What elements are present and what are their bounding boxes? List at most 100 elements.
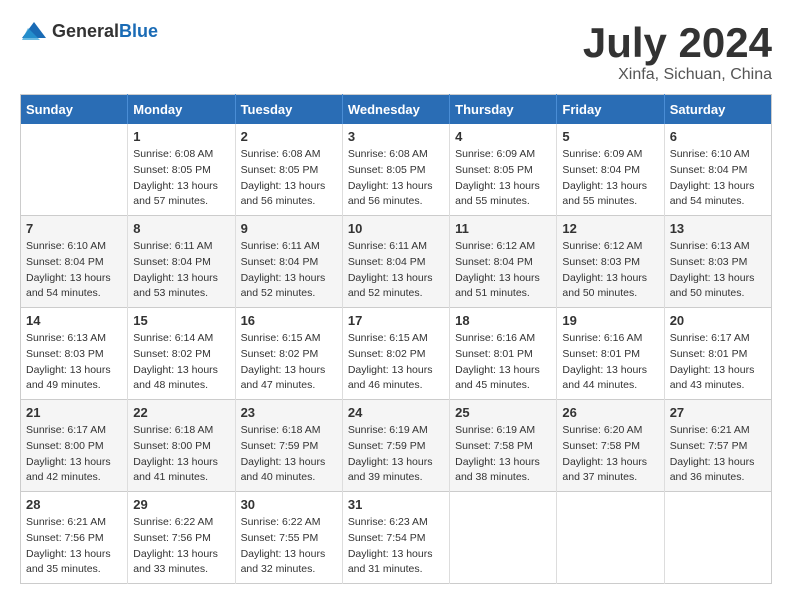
calendar-cell: 21 Sunrise: 6:17 AMSunset: 8:00 PMDayligh… (21, 400, 128, 492)
day-info: Sunrise: 6:17 AMSunset: 8:00 PMDaylight:… (26, 423, 122, 486)
day-info: Sunrise: 6:21 AMSunset: 7:57 PMDaylight:… (670, 423, 766, 486)
calendar-cell: 12Sunrise: 6:12 AMSunset: 8:03 PMDayligh… (557, 216, 664, 308)
weekday-header: Tuesday (235, 95, 342, 125)
calendar-cell: 3Sunrise: 6:08 AMSunset: 8:05 PMDaylight… (342, 124, 449, 216)
weekday-row: SundayMondayTuesdayWednesdayThursdayFrid… (21, 95, 772, 125)
day-number: 17 (348, 313, 444, 328)
logo-text: GeneralBlue (52, 21, 158, 42)
calendar-cell: 20 Sunrise: 6:17 AMSunset: 8:01 PMDayligh… (664, 308, 771, 400)
day-number: 3 (348, 129, 444, 144)
day-number: 6 (670, 129, 766, 144)
day-info: Sunrise: 6:13 AMSunset: 8:03 PMDaylight:… (26, 331, 122, 394)
calendar-cell: 11 Sunrise: 6:12 AMSunset: 8:04 PMDayligh… (450, 216, 557, 308)
calendar-cell: 8 Sunrise: 6:11 AMSunset: 8:04 PMDaylight… (128, 216, 235, 308)
calendar-cell: 29 Sunrise: 6:22 AMSunset: 7:56 PMDayligh… (128, 492, 235, 584)
logo: GeneralBlue (20, 20, 158, 42)
logo-icon (20, 20, 48, 42)
day-number: 12 (562, 221, 658, 236)
day-info: Sunrise: 6:23 AMSunset: 7:54 PMDaylight:… (348, 515, 444, 578)
calendar-cell: 1Sunrise: 6:08 AMSunset: 8:05 PMDaylight… (128, 124, 235, 216)
calendar-cell: 14Sunrise: 6:13 AMSunset: 8:03 PMDayligh… (21, 308, 128, 400)
weekday-header: Saturday (664, 95, 771, 125)
day-number: 13 (670, 221, 766, 236)
calendar-cell: 31 Sunrise: 6:23 AMSunset: 7:54 PMDayligh… (342, 492, 449, 584)
day-number: 20 (670, 313, 766, 328)
calendar-body: 1 Sunrise: 6:08 AMSunset: 8:05 PMDaylight… (21, 124, 772, 584)
day-info: Sunrise: 6:18 AMSunset: 8:00 PMDaylight:… (133, 423, 229, 486)
month-title: July 2024 (583, 20, 772, 66)
calendar-cell: 26Sunrise: 6:20 AMSunset: 7:58 PMDayligh… (557, 400, 664, 492)
day-number: 26 (562, 405, 658, 420)
day-number: 24 (348, 405, 444, 420)
calendar-cell: 2Sunrise: 6:08 AMSunset: 8:05 PMDaylight… (235, 124, 342, 216)
weekday-header: Friday (557, 95, 664, 125)
day-info: Sunrise: 6:16 AMSunset: 8:01 PMDaylight:… (562, 331, 658, 394)
day-number: 8 (133, 221, 229, 236)
calendar-week-row: 14Sunrise: 6:13 AMSunset: 8:03 PMDayligh… (21, 308, 772, 400)
calendar-cell: 28Sunrise: 6:21 AMSunset: 7:56 PMDayligh… (21, 492, 128, 584)
weekday-header: Sunday (21, 95, 128, 125)
location: Xinfa, Sichuan, China (583, 66, 772, 84)
day-info: Sunrise: 6:22 AMSunset: 7:56 PMDaylight:… (133, 515, 229, 578)
calendar-cell: 4Sunrise: 6:09 AMSunset: 8:05 PMDaylight… (450, 124, 557, 216)
weekday-header: Thursday (450, 95, 557, 125)
page-header: GeneralBlue July 2024 Xinfa, Sichuan, Ch… (20, 20, 772, 84)
calendar-cell: 10Sunrise: 6:11 AMSunset: 8:04 PMDayligh… (342, 216, 449, 308)
calendar-cell (21, 124, 128, 216)
calendar-header: SundayMondayTuesdayWednesdayThursdayFrid… (21, 95, 772, 125)
calendar-cell: 19Sunrise: 6:16 AMSunset: 8:01 PMDayligh… (557, 308, 664, 400)
calendar-cell: 7 Sunrise: 6:10 AMSunset: 8:04 PMDaylight… (21, 216, 128, 308)
day-number: 18 (455, 313, 551, 328)
calendar-cell: 18 Sunrise: 6:16 AMSunset: 8:01 PMDayligh… (450, 308, 557, 400)
weekday-header: Wednesday (342, 95, 449, 125)
calendar-cell: 6Sunrise: 6:10 AMSunset: 8:04 PMDaylight… (664, 124, 771, 216)
day-info: Sunrise: 6:19 AMSunset: 7:58 PMDaylight:… (455, 423, 551, 486)
day-number: 30 (241, 497, 337, 512)
calendar-cell: 17 Sunrise: 6:15 AMSunset: 8:02 PMDayligh… (342, 308, 449, 400)
calendar-cell: 23Sunrise: 6:18 AMSunset: 7:59 PMDayligh… (235, 400, 342, 492)
day-info: Sunrise: 6:14 AMSunset: 8:02 PMDaylight:… (133, 331, 229, 394)
weekday-header: Monday (128, 95, 235, 125)
calendar-cell: 22Sunrise: 6:18 AMSunset: 8:00 PMDayligh… (128, 400, 235, 492)
calendar-cell: 30 Sunrise: 6:22 AMSunset: 7:55 PMDayligh… (235, 492, 342, 584)
day-info: Sunrise: 6:21 AMSunset: 7:56 PMDaylight:… (26, 515, 122, 578)
day-info: Sunrise: 6:10 AMSunset: 8:04 PMDaylight:… (26, 239, 122, 302)
day-number: 7 (26, 221, 122, 236)
day-number: 23 (241, 405, 337, 420)
day-info: Sunrise: 6:22 AMSunset: 7:55 PMDaylight:… (241, 515, 337, 578)
day-info: Sunrise: 6:11 AMSunset: 8:04 PMDaylight:… (133, 239, 229, 302)
day-number: 31 (348, 497, 444, 512)
day-info: Sunrise: 6:15 AMSunset: 8:02 PMDaylight:… (348, 331, 444, 394)
calendar-cell (557, 492, 664, 584)
day-info: Sunrise: 6:13 AMSunset: 8:03 PMDaylight:… (670, 239, 766, 302)
calendar-cell: 15 Sunrise: 6:14 AMSunset: 8:02 PMDayligh… (128, 308, 235, 400)
calendar-cell: 24 Sunrise: 6:19 AMSunset: 7:59 PMDayligh… (342, 400, 449, 492)
day-number: 4 (455, 129, 551, 144)
day-number: 11 (455, 221, 551, 236)
calendar-cell: 13 Sunrise: 6:13 AMSunset: 8:03 PMDayligh… (664, 216, 771, 308)
day-info: Sunrise: 6:19 AMSunset: 7:59 PMDaylight:… (348, 423, 444, 486)
calendar-cell: 16Sunrise: 6:15 AMSunset: 8:02 PMDayligh… (235, 308, 342, 400)
calendar-week-row: 1 Sunrise: 6:08 AMSunset: 8:05 PMDaylight… (21, 124, 772, 216)
day-number: 15 (133, 313, 229, 328)
calendar-week-row: 28Sunrise: 6:21 AMSunset: 7:56 PMDayligh… (21, 492, 772, 584)
day-number: 1 (133, 129, 229, 144)
calendar-week-row: 21 Sunrise: 6:17 AMSunset: 8:00 PMDayligh… (21, 400, 772, 492)
day-number: 29 (133, 497, 229, 512)
calendar-cell (664, 492, 771, 584)
title-area: July 2024 Xinfa, Sichuan, China (583, 20, 772, 84)
day-info: Sunrise: 6:11 AMSunset: 8:04 PMDaylight:… (241, 239, 337, 302)
calendar-cell: 9 Sunrise: 6:11 AMSunset: 8:04 PMDaylight… (235, 216, 342, 308)
day-info: Sunrise: 6:12 AMSunset: 8:04 PMDaylight:… (455, 239, 551, 302)
calendar-cell (450, 492, 557, 584)
day-number: 25 (455, 405, 551, 420)
day-info: Sunrise: 6:16 AMSunset: 8:01 PMDaylight:… (455, 331, 551, 394)
calendar-cell: 25 Sunrise: 6:19 AMSunset: 7:58 PMDayligh… (450, 400, 557, 492)
day-number: 9 (241, 221, 337, 236)
day-info: Sunrise: 6:08 AMSunset: 8:05 PMDaylight:… (241, 147, 337, 210)
day-number: 21 (26, 405, 122, 420)
day-number: 5 (562, 129, 658, 144)
day-number: 27 (670, 405, 766, 420)
day-info: Sunrise: 6:17 AMSunset: 8:01 PMDaylight:… (670, 331, 766, 394)
calendar-table: SundayMondayTuesdayWednesdayThursdayFrid… (20, 94, 772, 584)
